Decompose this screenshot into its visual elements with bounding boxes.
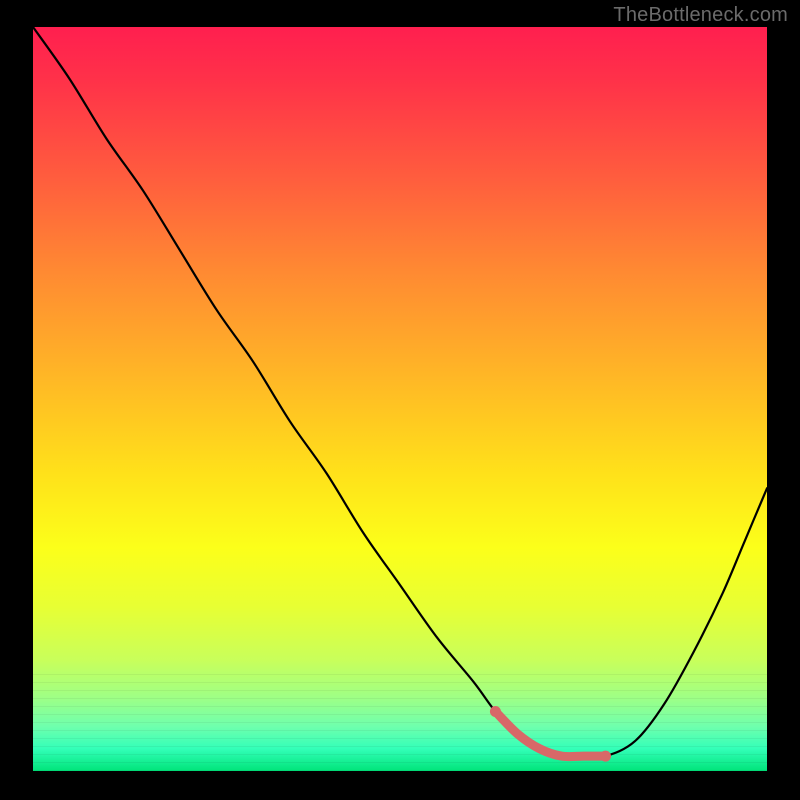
plot-area [33, 27, 767, 771]
bottleneck-curve [33, 27, 767, 757]
valley-highlight [495, 712, 605, 757]
valley-start-dot [490, 706, 501, 717]
watermark-text: TheBottleneck.com [613, 4, 788, 27]
valley-end-dot [600, 751, 611, 762]
chart-frame: TheBottleneck.com [0, 0, 800, 800]
bottleneck-curve-svg [33, 27, 767, 771]
